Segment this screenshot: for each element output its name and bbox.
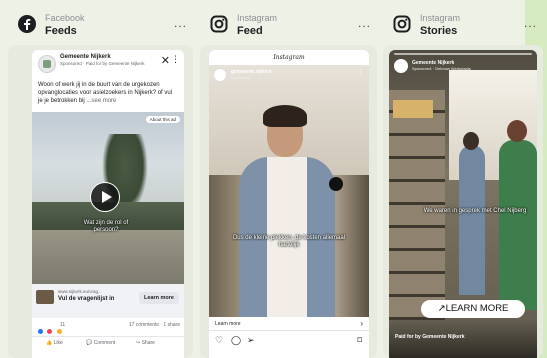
- sponsored-label: Sponsored: [231, 75, 251, 80]
- video-scene-person-left: [459, 145, 485, 295]
- video-scene-shelves: [389, 90, 445, 320]
- more-options-button[interactable]: ...: [174, 16, 187, 30]
- video-scene-hair: [263, 105, 307, 127]
- video-caption: Wat zijn de rol of persoon?: [83, 220, 129, 233]
- link-url: www.nijkerk.eu/vrag...: [58, 289, 102, 294]
- like-label: Like: [53, 340, 63, 346]
- preview-card: Gemeente Nijkerk Sponsored · Paid for by…: [8, 45, 193, 358]
- platform-label: Instagram: [237, 13, 278, 23]
- comment-button[interactable]: 💬 Comment: [86, 340, 115, 346]
- video-scene-microphone: [329, 177, 343, 191]
- comments-shares-count[interactable]: 17 comments · 1 share: [129, 322, 180, 328]
- like-reaction-icon: [37, 328, 44, 335]
- column-header: Instagram Stories ...: [387, 10, 537, 40]
- video-scene-person-left-head: [463, 132, 479, 150]
- learn-more-label: Learn more: [215, 321, 241, 327]
- placement-title: Feeds: [45, 25, 77, 37]
- post-menu-icon[interactable]: ⋮: [171, 54, 180, 65]
- placement-title: Stories: [420, 25, 458, 37]
- bookmark-icon[interactable]: ⌑: [357, 335, 362, 346]
- heart-icon[interactable]: ♡: [215, 335, 223, 346]
- post-video[interactable]: gemeente.nijkerk Sponsored ⋮ Dus de klei…: [209, 65, 369, 317]
- facebook-post-preview: Gemeente Nijkerk Sponsored · Paid for by…: [32, 50, 184, 358]
- about-this-ad-button[interactable]: About this ad: [145, 116, 180, 123]
- story-progress-bar: [394, 53, 532, 55]
- reaction-count[interactable]: 11: [60, 322, 65, 328]
- avatar: [394, 59, 408, 73]
- video-scene-person-right-head: [507, 120, 527, 142]
- avatar[interactable]: [38, 55, 56, 73]
- learn-more-bar[interactable]: Learn more ›: [209, 317, 369, 331]
- placement-title: Feed: [237, 25, 263, 37]
- comment-icon: 💬: [86, 340, 93, 346]
- video-caption: We waren in gesprek met Chel Nijberg: [423, 208, 527, 214]
- instagram-icon: [210, 15, 228, 33]
- chevron-right-icon: ›: [360, 319, 363, 328]
- share-label: Share: [141, 340, 155, 346]
- like-icon: 👍: [46, 340, 53, 346]
- video-scene-box: [393, 100, 433, 118]
- haha-reaction-icon: [55, 328, 63, 335]
- column-instagram-stories: Instagram Stories ... Gemeente Nijkerk S…: [383, 0, 543, 358]
- post-stats: 11 17 comments · 1 share: [32, 320, 184, 335]
- facebook-icon: [18, 15, 36, 33]
- preview-card: Instagram gemeente.nijkerk Sponsored ⋮ D…: [200, 45, 377, 358]
- instagram-icon: [393, 15, 411, 33]
- instagram-feed-preview: Instagram gemeente.nijkerk Sponsored ⋮ D…: [209, 50, 369, 358]
- account-name[interactable]: Gemeente Nijkerk: [60, 54, 111, 60]
- share-button[interactable]: ↪ Share: [136, 340, 155, 346]
- share-icon: ↪: [136, 340, 141, 346]
- see-more-link[interactable]: ...see more: [86, 98, 116, 104]
- post-body-text: Woon of werk jij in de buurt van de urge…: [38, 81, 178, 105]
- sponsored-label: Sponsored · Paid for by Gemeente Nijkerk: [60, 61, 145, 66]
- column-instagram-feed: Instagram Feed ... Instagram gemeente.ni…: [200, 0, 377, 358]
- comment-label: Comment: [93, 340, 116, 346]
- send-icon[interactable]: ➢: [247, 335, 255, 346]
- post-action-icons: ♡ ◯ ➢ ⌑: [209, 334, 369, 348]
- video-scene-person-right: [499, 140, 537, 310]
- more-options-button[interactable]: ...: [524, 16, 537, 30]
- column-facebook-feeds: Facebook Feeds ... Gemeente Nijkerk Spon…: [8, 0, 193, 358]
- link-thumbnail: [36, 290, 54, 304]
- instagram-logo: Instagram: [273, 54, 305, 61]
- more-options-button[interactable]: ...: [358, 16, 371, 30]
- play-icon[interactable]: [90, 182, 120, 212]
- post-actions: 👍 Like 💬 Comment ↪ Share: [32, 336, 184, 348]
- paid-for-label: Paid for by Gemeente Nijkerk: [395, 334, 465, 340]
- learn-more-button[interactable]: ↗LEARN MORE: [421, 300, 525, 318]
- preview-card: Gemeente Nijkerk Sponsored · Gebouw Werk…: [383, 45, 543, 358]
- like-button[interactable]: 👍 Like: [46, 340, 63, 346]
- post-menu-icon[interactable]: ⋮: [357, 68, 364, 76]
- love-reaction-icon: [46, 328, 54, 335]
- close-icon[interactable]: ✕: [161, 54, 170, 67]
- instagram-story-preview[interactable]: Gemeente Nijkerk Sponsored · Gebouw Werk…: [389, 50, 537, 358]
- sponsored-label: Sponsored · Gebouw Werkplaats: [412, 66, 471, 71]
- comment-icon[interactable]: ◯: [231, 335, 241, 346]
- post-video[interactable]: About this ad Wat zijn de rol of persoon…: [32, 112, 184, 284]
- post-header: Gemeente Nijkerk Sponsored · Paid for by…: [32, 50, 184, 80]
- video-scene-path: [32, 230, 184, 284]
- column-header: Instagram Feed ...: [204, 10, 371, 40]
- platform-label: Facebook: [45, 13, 85, 23]
- link-title: Vul de vragenlijst in: [58, 296, 115, 302]
- link-preview[interactable]: www.nijkerk.eu/vrag... Vul de vragenlijs…: [32, 284, 184, 318]
- platform-label: Instagram: [420, 13, 461, 23]
- video-caption: Dus de kleine plekken, de kosten allemaa…: [232, 235, 346, 248]
- avatar: [213, 68, 227, 82]
- column-header: Facebook Feeds ...: [12, 10, 187, 40]
- learn-more-button[interactable]: Learn more: [139, 292, 179, 304]
